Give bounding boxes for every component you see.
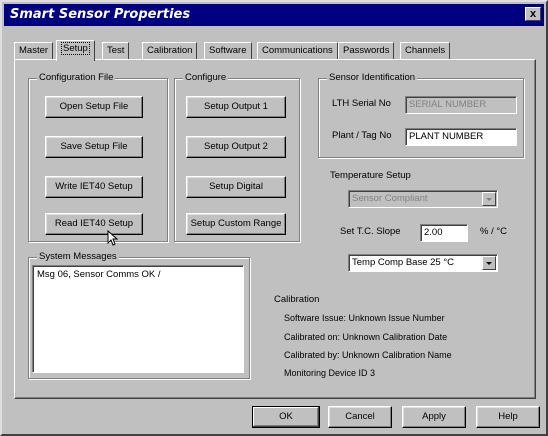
tab-passwords[interactable]: Passwords <box>338 42 395 60</box>
monitoring-device-id: Monitoring Device ID 3 <box>284 368 376 378</box>
setup-output-2-button[interactable]: Setup Output 2 <box>186 136 286 158</box>
tc-slope-field[interactable]: 2.00 <box>420 224 468 242</box>
window-title: Smart Sensor Properties <box>10 7 191 22</box>
chevron-down-icon <box>482 192 496 206</box>
temperature-mode-select: Sensor Compliant <box>348 190 498 208</box>
apply-button[interactable]: Apply <box>402 406 466 428</box>
calibration-date: Calibrated on: Unknown Calibration Date <box>284 332 448 342</box>
calibration-title: Calibration <box>274 294 320 305</box>
cancel-button[interactable]: Cancel <box>328 406 392 428</box>
tag-number-field[interactable]: PLANT NUMBER <box>405 128 517 146</box>
setup-output-1-button[interactable]: Setup Output 1 <box>186 96 286 118</box>
tag-number-label: Plant / Tag No <box>332 130 392 141</box>
open-setup-file-button[interactable]: Open Setup File <box>45 96 143 118</box>
tab-test[interactable]: Test <box>102 42 130 60</box>
properties-dialog: Smart Sensor Properties x Master Setup T… <box>0 0 548 436</box>
serial-number-label: LTH Serial No <box>332 98 391 109</box>
config-file-legend: Configuration File <box>37 72 116 83</box>
system-message-line: Msg 06, Sensor Comms OK / <box>37 269 161 280</box>
close-button[interactable]: x <box>525 7 541 21</box>
tc-slope-label: Set T.C. Slope <box>340 226 401 237</box>
mouse-pointer-icon <box>107 230 119 246</box>
sensor-identification-legend: Sensor Identification <box>327 72 418 83</box>
serial-number-field: SERIAL NUMBER <box>405 96 517 114</box>
system-messages-legend: System Messages <box>37 251 119 262</box>
title-bar: Smart Sensor Properties x <box>4 4 544 26</box>
help-button[interactable]: Help <box>476 406 540 428</box>
system-messages-list[interactable]: Msg 06, Sensor Comms OK / <box>32 265 244 373</box>
setup-digital-button[interactable]: Setup Digital <box>186 176 286 198</box>
read-setup-button[interactable]: Read IET40 Setup <box>45 213 143 235</box>
tc-slope-unit: % / °C <box>480 226 508 237</box>
ok-button[interactable]: OK <box>252 406 320 428</box>
tab-setup[interactable]: Setup <box>56 40 95 61</box>
temp-comp-base-select[interactable]: Temp Comp Base 25 °C <box>348 254 498 272</box>
save-setup-file-button[interactable]: Save Setup File <box>45 136 143 158</box>
sensor-identification-group: Sensor Identification <box>318 72 524 158</box>
chevron-down-icon[interactable] <box>482 256 496 270</box>
tab-calibration[interactable]: Calibration <box>142 42 198 60</box>
tab-communications[interactable]: Communications <box>257 42 338 60</box>
calibration-name: Calibrated by: Unknown Calibration Name <box>284 350 452 360</box>
tab-software[interactable]: Software <box>204 42 252 60</box>
setup-custom-range-button[interactable]: Setup Custom Range <box>186 213 286 235</box>
tab-master[interactable]: Master <box>14 42 54 60</box>
write-setup-button[interactable]: Write IET40 Setup <box>45 176 143 198</box>
tab-channels[interactable]: Channels <box>400 42 451 60</box>
temperature-setup-title: Temperature Setup <box>330 170 411 181</box>
calibration-software-issue: Software Issue: Unknown Issue Number <box>284 313 445 323</box>
temp-comp-base-value: Temp Comp Base 25 °C <box>352 257 455 268</box>
configure-legend: Configure <box>183 72 229 83</box>
temperature-mode-value: Sensor Compliant <box>352 193 428 204</box>
